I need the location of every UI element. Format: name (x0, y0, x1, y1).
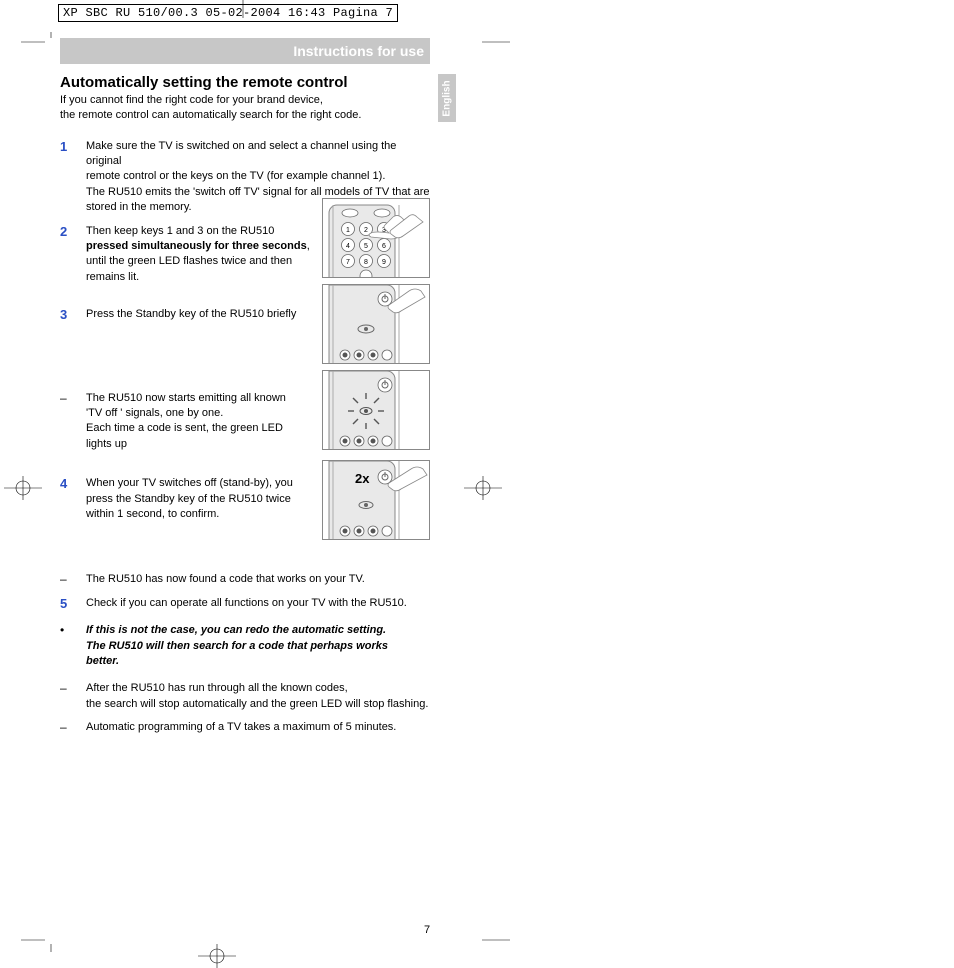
page-number: 7 (424, 924, 430, 936)
step-text: The RU510 has now found a code that work… (86, 572, 430, 587)
step-text: After the RU510 has run through all the … (86, 681, 430, 712)
figure-4: 2x (322, 460, 430, 540)
bullet-note: • If this is not the case, you can redo … (60, 623, 430, 669)
note-found: – The RU510 has now found a code that wo… (60, 572, 430, 587)
bullet-mark: • (60, 623, 86, 637)
svg-text:5: 5 (364, 243, 368, 250)
step-number: 1 (60, 139, 86, 154)
remote-standby-press-icon (323, 285, 430, 364)
remote-keypad-icon: 1 2 3 4 5 6 7 8 9 (323, 199, 430, 278)
note-maxtime: – Automatic programming of a TV takes a … (60, 720, 430, 735)
page-heading: Automatically setting the remote control (60, 74, 430, 91)
step-text: Automatic programming of a TV takes a ma… (86, 720, 430, 735)
figure-3 (322, 370, 430, 450)
step-text: Check if you can operate all functions o… (86, 596, 430, 611)
svg-text:4: 4 (346, 243, 350, 250)
intro-line: If you cannot find the right code for yo… (60, 94, 323, 106)
language-tab-label: English (442, 80, 453, 116)
svg-text:8: 8 (364, 259, 368, 266)
remote-led-flash-icon (323, 371, 430, 450)
dash-mark: – (60, 720, 86, 734)
language-tab: English (438, 74, 456, 122)
svg-text:9: 9 (382, 259, 386, 266)
step-5: 5 Check if you can operate all functions… (60, 596, 430, 611)
svg-text:7: 7 (346, 259, 350, 266)
dash-mark: – (60, 681, 86, 695)
step-number: 5 (60, 596, 86, 611)
figure-1: 1 2 3 4 5 6 7 8 9 (322, 198, 430, 278)
svg-text:2: 2 (364, 227, 368, 234)
intro-line: the remote control can automatically sea… (60, 109, 361, 121)
section-title-band: Instructions for use (60, 38, 430, 64)
remote-standby-2x-icon: 2x (323, 461, 430, 540)
figure-2 (322, 284, 430, 364)
note-runthrough: – After the RU510 has run through all th… (60, 681, 430, 712)
svg-text:1: 1 (346, 227, 350, 234)
step-number: 2 (60, 224, 86, 239)
print-header-info: XP SBC RU 510/00.3 05-02-2004 16:43 Pagi… (58, 4, 398, 22)
step-number: 3 (60, 307, 86, 322)
section-title: Instructions for use (293, 43, 424, 59)
step-text: If this is not the case, you can redo th… (86, 623, 430, 669)
step-number: 4 (60, 476, 86, 491)
dash-mark: – (60, 572, 86, 586)
intro-text: If you cannot find the right code for yo… (60, 93, 430, 123)
figure-4-label: 2x (355, 471, 370, 486)
dash-mark: – (60, 391, 86, 405)
svg-text:6: 6 (382, 243, 386, 250)
